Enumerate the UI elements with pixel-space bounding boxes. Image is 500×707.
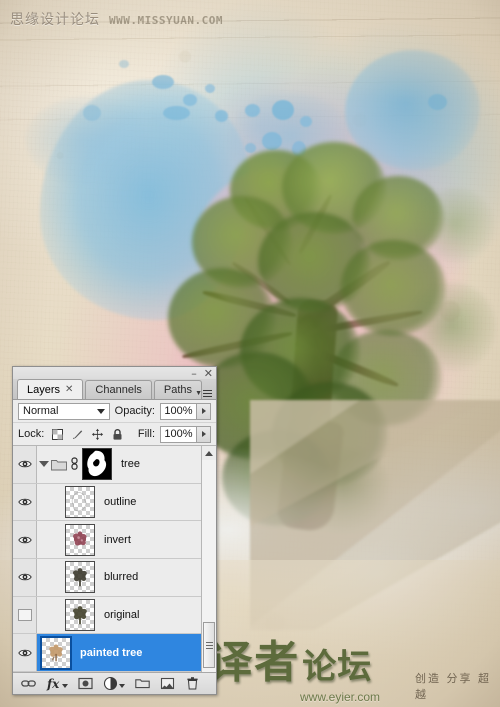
layer-thumbnail[interactable]	[40, 635, 72, 670]
layer-thumbnail[interactable]	[65, 599, 95, 632]
adjustment-layer-group[interactable]	[103, 676, 125, 691]
tree-foliage	[418, 188, 494, 262]
table-row[interactable]: tree	[13, 446, 201, 484]
new-group-icon[interactable]	[135, 676, 150, 691]
scroll-up-button[interactable]	[202, 446, 216, 460]
chevron-down-icon: ▼	[195, 390, 202, 397]
opacity-control[interactable]: 100%	[160, 402, 211, 420]
new-layer-icon[interactable]	[160, 676, 175, 691]
panel-titlebar[interactable]: – ✕	[13, 367, 216, 379]
layer-name: blurred	[104, 571, 139, 584]
layer-list-scrollbar[interactable]	[201, 446, 216, 672]
lock-all-icon[interactable]	[111, 428, 124, 441]
eye-icon	[17, 647, 32, 659]
lock-position-icon[interactable]	[91, 428, 104, 441]
table-row[interactable]: outline	[13, 483, 201, 522]
opacity-stepper[interactable]	[197, 402, 211, 420]
layer-style-group[interactable]: fx	[46, 676, 68, 691]
link-layers-icon[interactable]	[21, 676, 36, 691]
layer-thumbnail[interactable]	[65, 486, 95, 518]
photoshop-layers-panel[interactable]: – ✕ Layers ✕ Channels Paths ▼ Normal Opa…	[12, 366, 217, 695]
layer-visibility-toggle[interactable]	[13, 446, 37, 483]
hamburger-icon	[203, 390, 212, 397]
grip-icon	[205, 641, 213, 649]
fill-control[interactable]: 100%	[160, 425, 211, 443]
chevron-down-icon	[119, 684, 125, 688]
tab-channels-label: Channels	[95, 384, 142, 396]
layer-name: original	[104, 609, 140, 622]
table-row[interactable]: original	[13, 596, 201, 635]
panel-footer-toolbar: fx	[13, 672, 216, 694]
chevron-down-icon	[62, 684, 68, 688]
layer-visibility-toggle[interactable]	[13, 559, 37, 596]
layer-mask-thumbnail[interactable]	[82, 448, 112, 481]
tab-layers-label: Layers	[27, 383, 61, 396]
eye-icon	[17, 496, 32, 508]
fill-stepper[interactable]	[197, 425, 211, 443]
delete-layer-icon[interactable]	[185, 676, 200, 691]
layer-visibility-toggle[interactable]	[13, 483, 37, 521]
blend-mode-row: Normal Opacity: 100%	[13, 400, 216, 423]
fill-label: Fill:	[137, 428, 155, 440]
panel-menu-icon[interactable]: ▼	[195, 390, 212, 397]
layer-list: tree outline invert blurred original pai…	[13, 446, 201, 672]
lock-image-pixels-icon[interactable]	[71, 428, 84, 441]
eye-icon	[17, 571, 32, 583]
layer-visibility-toggle[interactable]	[13, 596, 37, 634]
table-row[interactable]: blurred	[13, 559, 201, 597]
tab-layers[interactable]: Layers ✕	[17, 379, 84, 399]
opacity-label: Opacity:	[114, 405, 155, 417]
folder-icon	[51, 459, 67, 471]
tab-channels[interactable]: Channels	[85, 380, 152, 399]
close-icon[interactable]: ✕	[204, 368, 213, 379]
table-row[interactable]: invert	[13, 521, 201, 560]
eye-icon	[17, 458, 32, 470]
blend-mode-value: Normal	[23, 405, 59, 417]
lock-icon-group	[51, 428, 124, 441]
scrollbar-thumb[interactable]	[203, 622, 215, 668]
layer-name: outline	[104, 496, 137, 508]
adjustment-layer-icon[interactable]	[103, 676, 118, 691]
layer-name: painted tree	[80, 646, 143, 659]
eye-off-icon	[17, 609, 32, 622]
layer-name: invert	[104, 533, 131, 546]
tree-foliage	[408, 282, 496, 372]
table-row[interactable]: painted tree	[13, 634, 201, 672]
tab-paths-label: Paths	[163, 384, 193, 396]
tab-close-icon[interactable]: ✕	[65, 384, 73, 395]
lock-row: Lock: Fill: 100%	[13, 423, 216, 446]
blend-mode-select[interactable]: Normal	[18, 402, 110, 420]
opacity-input[interactable]: 100%	[160, 402, 197, 420]
layer-visibility-toggle[interactable]	[13, 521, 37, 559]
group-disclosure-triangle[interactable]	[37, 461, 51, 468]
eye-icon	[17, 534, 32, 546]
minimize-icon[interactable]: –	[191, 368, 197, 379]
layer-name: tree	[121, 458, 140, 471]
link-icon[interactable]	[70, 457, 79, 471]
panel-window-buttons: – ✕	[191, 367, 213, 379]
svg-text:fx: fx	[46, 677, 60, 691]
chevron-down-icon	[96, 409, 105, 414]
layer-thumbnail[interactable]	[65, 561, 95, 594]
layer-thumbnail[interactable]	[65, 523, 95, 556]
fill-input[interactable]: 100%	[160, 425, 197, 443]
scrollbar-track[interactable]	[202, 460, 216, 672]
layer-visibility-toggle[interactable]	[13, 634, 37, 672]
lock-transparency-icon[interactable]	[51, 428, 64, 441]
layer-style-fx-icon[interactable]: fx	[46, 676, 61, 691]
panel-tab-strip: Layers ✕ Channels Paths ▼	[13, 379, 216, 400]
screenshot-canvas: 思缘设计论坛 WWW.MISSYUAN.COM – ✕ Layers ✕ Cha…	[0, 0, 500, 707]
add-layer-mask-icon[interactable]	[78, 676, 93, 691]
lock-label: Lock:	[18, 428, 45, 440]
layer-list-container: tree outline invert blurred original pai…	[13, 446, 216, 672]
